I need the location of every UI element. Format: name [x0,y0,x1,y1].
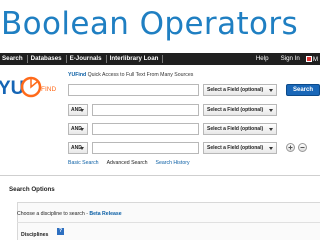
chevron-down-icon [269,128,273,131]
add-row-button[interactable] [286,143,295,152]
field-select[interactable]: Select a Field (optional) [203,84,277,96]
field-select-value: Select a Field (optional) [207,107,264,113]
yufind-logo-graphic: YU FIND [0,76,56,99]
nav-divider [65,55,67,63]
field-select[interactable]: Select a Field (optional) [203,123,277,135]
tagline-text: Quick Access to Full Text From Many Sour… [86,72,194,78]
field-select-value: Select a Field (optional) [207,126,264,132]
chevron-down-icon [269,89,273,92]
search-input[interactable] [92,142,199,154]
folder-icon [305,56,312,62]
top-navbar: Search Databases E-Journals Interlibrary… [0,53,320,65]
sign-in-link[interactable]: Sign In [275,53,302,65]
svg-text:YU: YU [0,78,24,99]
basic-search-link[interactable]: Basic Search [68,160,99,166]
nav-divider [162,55,164,63]
search-options-header: Search Options [9,186,55,193]
help-link[interactable]: Help [250,53,275,65]
my-account-label: M [312,55,318,63]
search-input[interactable] [92,104,199,116]
search-history-link[interactable]: Search History [156,160,190,166]
search-input[interactable] [92,123,199,135]
nav-divider [105,55,107,63]
tagline: YUFind Quick Access to Full Text From Ma… [68,72,193,78]
plus-icon [288,145,293,150]
discipline-prompt: Choose a discipline to search - Beta Rel… [17,211,122,217]
advanced-search-link[interactable]: Advanced Search [107,160,148,166]
field-select[interactable]: Select a Field (optional) [203,142,277,154]
nav-item-ejournals[interactable]: E-Journals [68,53,105,65]
field-select-value: Select a Field (optional) [207,145,264,151]
disciplines-label: Disciplines [21,232,49,238]
chevron-down-icon [269,147,273,150]
search-row: Select a Field (optional) Search [68,84,320,96]
remove-row-button[interactable] [298,143,307,152]
search-row: AND Select a Field (optional) [68,142,318,154]
boolean-operator-select[interactable]: AND [68,104,88,116]
slide-title: Boolean Operators [1,6,299,42]
nav-item-interlibrary-loan[interactable]: Interlibrary Loan [108,53,162,65]
boolean-operator-select[interactable]: AND [68,123,88,135]
my-account-link[interactable]: M [302,56,320,63]
nav-item-databases[interactable]: Databases [29,53,65,65]
chevron-down-icon [80,109,84,112]
minus-icon [300,147,305,148]
discipline-prompt-text: Choose a discipline to search - [17,211,90,217]
yufind-logo[interactable]: YU FIND [0,73,60,101]
logo-find-text: FIND [41,86,56,93]
search-mode-links: Basic Search Advanced Search Search Hist… [68,160,198,166]
nav-divider [26,55,28,63]
chevron-down-icon [269,109,273,112]
tagline-brand: YUFind [68,72,87,78]
section-divider [0,175,320,176]
chevron-down-icon [80,147,84,150]
search-button[interactable]: Search [286,84,320,96]
field-select-value: Select a Field (optional) [207,87,264,93]
search-row: AND Select a Field (optional) [68,104,282,116]
search-input[interactable] [68,84,199,96]
chevron-down-icon [80,128,84,131]
beta-release-link[interactable]: Beta Release [89,211,121,217]
field-select[interactable]: Select a Field (optional) [203,104,277,116]
boolean-operator-select[interactable]: AND [68,142,88,154]
nav-item-search[interactable]: Search [0,53,26,65]
nav-right-group: Help Sign In M [250,53,320,65]
search-row: AND Select a Field (optional) [68,123,282,135]
help-icon[interactable]: ? [57,228,64,235]
